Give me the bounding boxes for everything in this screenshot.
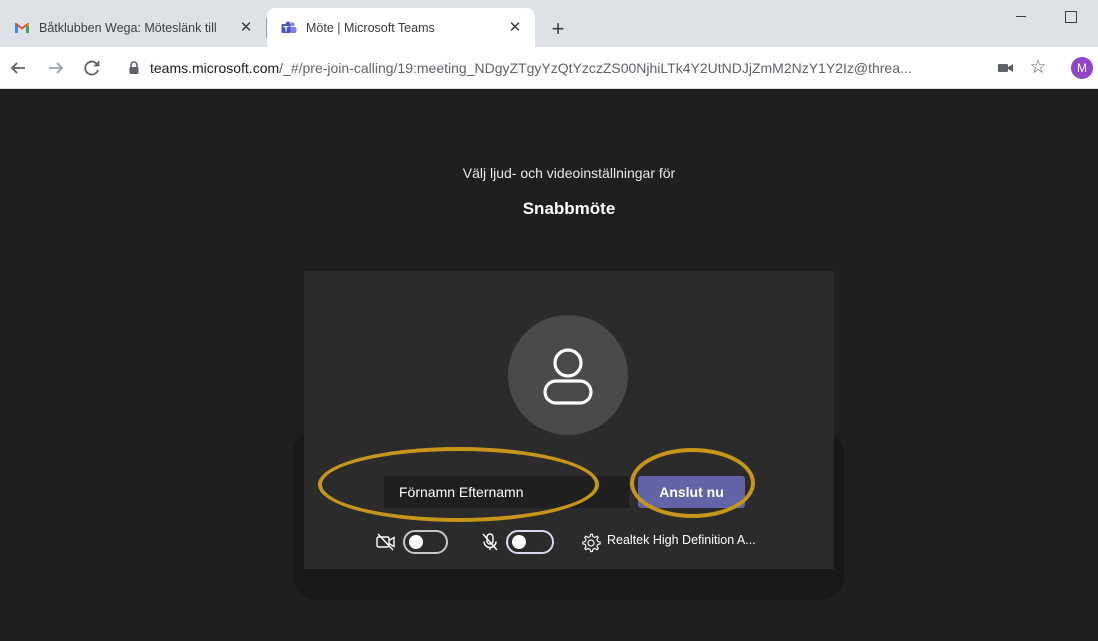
tab-title: Båtklubben Wega: Möteslänk till: [39, 20, 217, 35]
forward-arrow-icon: [49, 62, 64, 74]
prejoin-page: Välj ljud- och videoinställningar för Sn…: [0, 90, 1098, 641]
tab-gmail[interactable]: Båtklubben Wega: Möteslänk till ✕: [0, 8, 266, 47]
lock-icon: [129, 61, 139, 74]
gear-icon[interactable]: [580, 532, 602, 554]
close-icon[interactable]: ✕: [236, 18, 256, 38]
back-arrow-icon: [10, 62, 25, 74]
highlight-ring-name: [318, 447, 599, 522]
person-icon: [543, 348, 593, 405]
mic-toggle[interactable]: [506, 530, 554, 554]
audio-device-label[interactable]: Realtek High Definition A...: [607, 533, 756, 547]
toggle-knob: [512, 535, 526, 549]
reload-button[interactable]: [80, 56, 104, 80]
teams-icon: [281, 21, 297, 33]
prejoin-subtitle: Välj ljud- och videoinställningar för: [462, 165, 676, 181]
back-button[interactable]: [6, 56, 30, 80]
tab-strip: Båtklubben Wega: Möteslänk till ✕ Möte |…: [0, 0, 1098, 47]
bookmark-star-icon[interactable]: ☆: [1026, 56, 1050, 80]
address-bar[interactable]: teams.microsoft.com/_#/pre-join-calling/…: [150, 59, 980, 77]
forward-button[interactable]: [44, 56, 68, 80]
url-host: teams.microsoft.com: [150, 60, 280, 76]
mic-off-icon: [482, 533, 498, 551]
reload-icon: [84, 60, 100, 76]
browser-toolbar: teams.microsoft.com/_#/pre-join-calling/…: [0, 47, 1098, 89]
highlight-ring-join: [630, 448, 755, 518]
toggle-knob: [409, 535, 423, 549]
new-tab-button[interactable]: +: [546, 18, 570, 42]
gmail-icon: [15, 22, 29, 33]
camera-in-use-icon[interactable]: [997, 61, 1015, 75]
camera-off-icon: [376, 533, 395, 551]
camera-toggle[interactable]: [403, 530, 448, 554]
maximize-button[interactable]: [1056, 4, 1086, 28]
avatar: [508, 315, 628, 435]
close-icon[interactable]: ✕: [505, 18, 525, 38]
url-path: /_#/pre-join-calling/19:meeting_NDgyZTgy…: [279, 60, 912, 76]
tab-teams[interactable]: Möte | Microsoft Teams ✕: [267, 8, 535, 47]
profile-avatar[interactable]: M: [1071, 57, 1093, 79]
minimize-button[interactable]: [1006, 4, 1036, 28]
tab-title: Möte | Microsoft Teams: [306, 20, 435, 35]
meeting-title: Snabbmöte: [522, 199, 616, 218]
